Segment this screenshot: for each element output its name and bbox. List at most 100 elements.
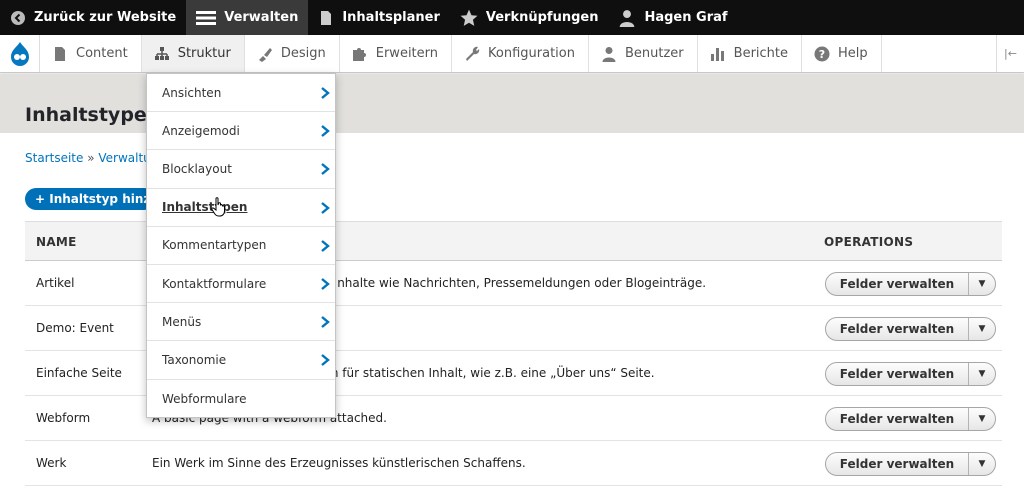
chevron-right-icon — [321, 354, 330, 367]
person-icon — [602, 46, 616, 62]
dropdown-toggle-icon[interactable]: ▼ — [968, 318, 995, 340]
svg-text:?: ? — [819, 48, 825, 61]
chevron-right-icon — [321, 163, 330, 176]
breadcrumb-separator: » — [87, 151, 95, 165]
menu-item-menus[interactable]: Menüs — [147, 303, 335, 342]
tray-item-label: Konfiguration — [488, 46, 575, 61]
operations-dropbutton: Felder verwalten ▼ — [825, 452, 996, 476]
menu-item-block-layout[interactable]: Blocklayout — [147, 150, 335, 189]
manage-fields-button[interactable]: Felder verwalten — [826, 277, 968, 291]
back-arrow-icon — [11, 10, 25, 25]
column-header-name: NAME — [36, 235, 77, 249]
tray-collapse-button[interactable]: |← — [996, 35, 1024, 72]
menu-item-label: Kommentartypen — [162, 238, 267, 253]
bar-chart-icon — [710, 47, 724, 61]
tray-item-content[interactable]: Content — [40, 35, 142, 72]
add-content-type-button[interactable]: + Inhaltstyp hinzufügen — [25, 188, 155, 210]
user-menu-link[interactable]: Hagen Graf — [608, 0, 737, 35]
menu-item-label: Taxonomie — [162, 352, 227, 367]
breadcrumb: Startseite » Verwaltung — [25, 151, 166, 165]
tray-item-label: Design — [280, 46, 326, 61]
menu-item-webforms[interactable]: Webformulare — [147, 380, 335, 418]
tray-item-design[interactable]: Design — [245, 35, 340, 72]
paintbrush-icon — [258, 47, 272, 62]
hamburger-icon — [196, 10, 217, 25]
breadcrumb-home-link[interactable]: Startseite — [25, 151, 83, 165]
content-type-name: Webform — [36, 411, 91, 425]
admin-toolbar: Zurück zur Website Verwalten Inhaltsplan… — [0, 0, 1024, 35]
tray-item-reports[interactable]: Berichte — [698, 35, 803, 72]
dropdown-toggle-icon[interactable]: ▼ — [968, 363, 995, 385]
content-type-name: Werk — [36, 456, 67, 470]
puzzle-icon — [352, 47, 366, 61]
tray-item-label: Benutzer — [624, 46, 684, 61]
admin-tray: Content Struktur Design Erweitern Konfig… — [0, 35, 1024, 73]
content-type-name: Demo: Event — [36, 321, 114, 335]
operations-dropbutton: Felder verwalten ▼ — [825, 317, 996, 341]
menu-item-display-modes[interactable]: Anzeigemodi — [147, 112, 335, 151]
menu-item-label: Blocklayout — [162, 161, 232, 176]
content-type-name: Artikel — [36, 276, 75, 290]
chevron-right-icon — [321, 316, 330, 329]
drupal-drop-icon — [10, 41, 29, 66]
dropdown-toggle-icon[interactable]: ▼ — [968, 273, 995, 295]
manage-menu-button[interactable]: Verwalten — [186, 0, 309, 35]
menu-item-label: Ansichten — [162, 85, 222, 100]
tray-item-extend[interactable]: Erweitern — [340, 35, 453, 72]
content-type-name: Einfache Seite — [36, 366, 122, 380]
drupal-logo[interactable] — [0, 35, 40, 72]
tray-item-label: Erweitern — [375, 46, 439, 61]
page-title: Inhaltstypen — [25, 104, 161, 126]
column-header-operations: OPERATIONS — [824, 235, 914, 249]
menu-item-comment-types[interactable]: Kommentartypen — [147, 227, 335, 265]
manage-fields-button[interactable]: Felder verwalten — [826, 457, 968, 471]
chevron-right-icon — [321, 239, 330, 252]
manage-label: Verwalten — [224, 10, 299, 25]
tray-item-label: Help — [838, 46, 868, 61]
chevron-right-icon — [321, 87, 330, 99]
menu-item-content-types[interactable]: Inhaltstypen — [147, 189, 335, 227]
shortcuts-label: Verknüpfungen — [485, 10, 599, 25]
chevron-right-icon — [321, 125, 330, 138]
shortcuts-link[interactable]: Verknüpfungen — [450, 0, 609, 35]
manage-fields-button[interactable]: Felder verwalten — [826, 367, 968, 381]
tray-item-label: Content — [76, 46, 128, 61]
tray-item-label: Struktur — [177, 46, 231, 61]
tray-item-people[interactable]: Benutzer — [589, 35, 698, 72]
help-icon: ? — [814, 46, 830, 61]
dropdown-toggle-icon[interactable]: ▼ — [968, 453, 995, 475]
menu-item-taxonomy[interactable]: Taxonomie — [147, 341, 335, 380]
manage-fields-button[interactable]: Felder verwalten — [826, 322, 968, 336]
hierarchy-icon — [154, 46, 169, 60]
manage-fields-button[interactable]: Felder verwalten — [826, 412, 968, 426]
person-icon — [620, 9, 635, 27]
menu-item-label: Menüs — [162, 314, 202, 329]
dropdown-toggle-icon[interactable]: ▼ — [968, 408, 995, 430]
back-to-site-label: Zurück zur Website — [34, 10, 177, 25]
back-to-site-link[interactable]: Zurück zur Website — [0, 0, 186, 35]
content-type-description: Ein Werk im Sinne des Erzeugnisses künst… — [152, 456, 526, 470]
menu-item-label: Inhaltstypen — [162, 200, 248, 215]
menu-item-views[interactable]: Ansichten — [147, 74, 335, 113]
user-name-label: Hagen Graf — [644, 10, 728, 25]
content-planner-link[interactable]: Inhaltsplaner — [308, 0, 450, 35]
tray-item-configuration[interactable]: Konfiguration — [452, 35, 589, 72]
table-row: Werk Ein Werk im Sinne des Erzeugnisses … — [25, 441, 1002, 486]
menu-item-label: Anzeigemodi — [162, 123, 240, 138]
tray-item-help[interactable]: ? Help — [802, 35, 882, 72]
document-icon — [321, 10, 332, 25]
tray-item-label: Berichte — [733, 46, 789, 61]
menu-item-contact-forms[interactable]: Kontaktformulare — [147, 265, 335, 304]
menu-item-label: Kontaktformulare — [162, 276, 267, 291]
collapse-icon: |← — [1004, 47, 1017, 60]
star-icon — [460, 9, 478, 26]
document-icon — [55, 46, 65, 61]
structure-dropdown-menu: Ansichten Anzeigemodi Blocklayout Inhalt… — [146, 73, 336, 418]
operations-dropbutton: Felder verwalten ▼ — [825, 272, 996, 296]
chevron-right-icon — [321, 278, 330, 290]
chevron-right-icon — [321, 201, 330, 214]
tray-item-structure[interactable]: Struktur — [141, 35, 245, 72]
hand-pointer-icon — [211, 197, 225, 217]
operations-dropbutton: Felder verwalten ▼ — [825, 362, 996, 386]
content-planner-label: Inhaltsplaner — [342, 10, 440, 25]
